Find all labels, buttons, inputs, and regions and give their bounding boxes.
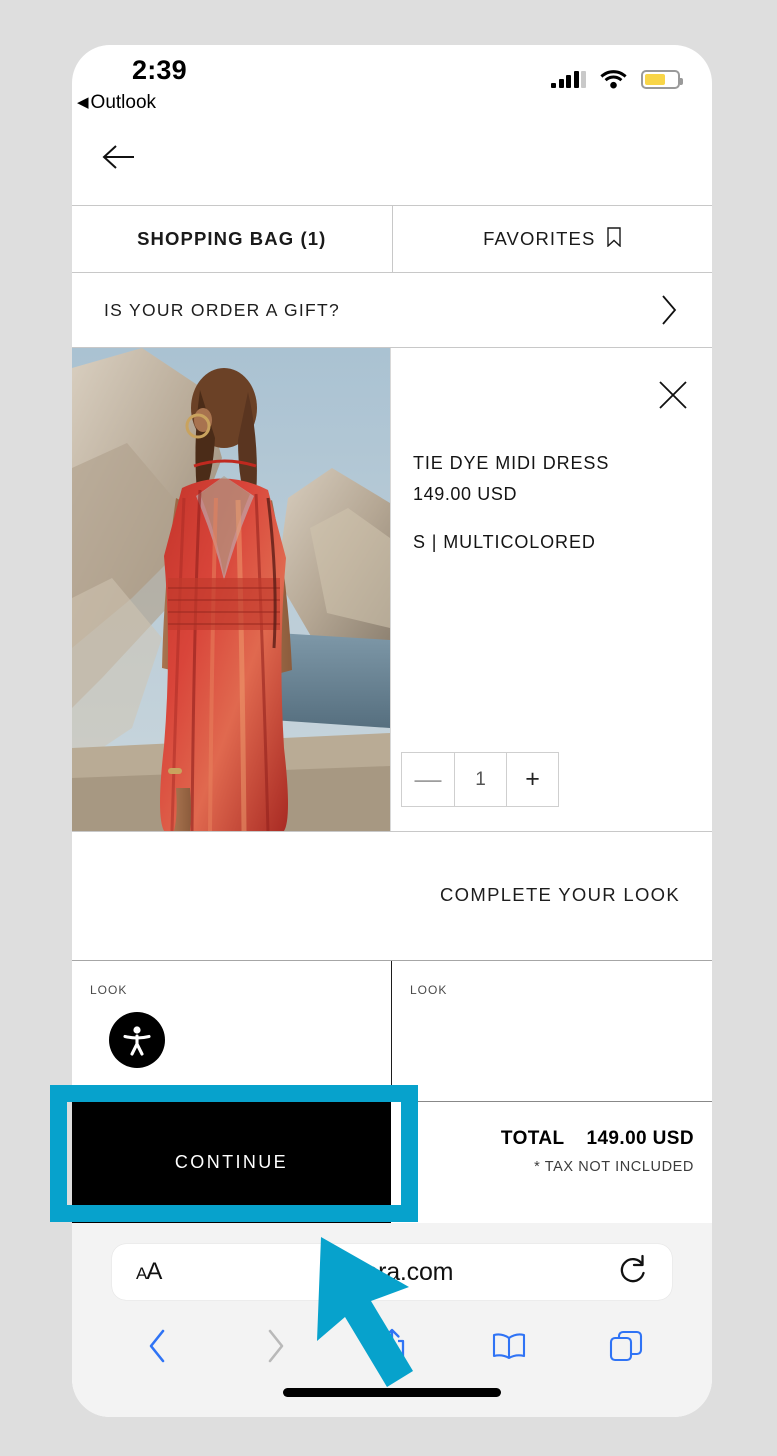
bag-item-details: TIE DYE MIDI DRESS 149.00 USD S | MULTIC… [390, 348, 712, 831]
tab-shopping-bag-label: SHOPPING BAG (1) [137, 228, 327, 249]
remove-item-button[interactable] [656, 378, 690, 412]
arrow-cursor [305, 1225, 495, 1405]
tax-note: * TAX NOT INCLUDED [534, 1159, 694, 1175]
close-x-icon [659, 381, 687, 409]
tab-shopping-bag[interactable]: SHOPPING BAG (1) [72, 206, 392, 272]
quantity-increment-button[interactable]: + [506, 753, 558, 806]
chevron-right-icon [268, 1329, 284, 1363]
phone-screen: 2:39 ◀ Outlook SHOPPING BAG (1) FAVORITE… [72, 45, 712, 1417]
bookmark-icon [607, 226, 622, 252]
back-triangle-icon: ◀ [77, 94, 89, 111]
arrow-left-icon [102, 145, 134, 169]
look-item-label: LOOK [410, 983, 448, 997]
tabs-button[interactable] [595, 1324, 657, 1368]
total-row: TOTAL 149.00 USD [501, 1128, 694, 1150]
total-label: TOTAL [500, 1128, 565, 1149]
product-variant: S | MULTICOLORED [413, 532, 596, 552]
quantity-decrement-button[interactable]: — [402, 753, 454, 806]
order-gift-row[interactable]: IS YOUR ORDER A GIFT? [72, 273, 712, 348]
chevron-left-icon [150, 1329, 165, 1363]
browser-forward-button[interactable] [244, 1324, 306, 1368]
look-item-label: LOOK [90, 983, 128, 997]
bag-favorites-tabs: SHOPPING BAG (1) FAVORITES [72, 205, 712, 273]
complete-your-look-items: LOOK LOOK [72, 961, 712, 1101]
product-name: TIE DYE MIDI DRESS [413, 453, 610, 473]
status-bar: 2:39 ◀ Outlook [72, 45, 712, 123]
checkout-bar: CONTINUE TOTAL 149.00 USD * TAX NOT INCLU… [72, 1101, 712, 1223]
tabs-icon [609, 1330, 642, 1362]
total-value: 149.00 USD [586, 1128, 694, 1149]
quantity-stepper: — 1 + [401, 752, 559, 807]
battery-icon [641, 69, 683, 89]
text-size-button[interactable]: AAAA [136, 1258, 162, 1286]
cellular-signal-icon [551, 70, 586, 88]
reload-icon [620, 1254, 645, 1282]
status-bar-time: 2:39 [132, 55, 187, 85]
complete-your-look-section: COMPLETE YOUR LOOK [72, 831, 712, 961]
accessibility-icon[interactable] [109, 1012, 165, 1068]
back-to-app-link[interactable]: ◀ Outlook [77, 92, 156, 114]
tab-favorites[interactable]: FAVORITES [391, 206, 713, 272]
complete-your-look-title: COMPLETE YOUR LOOK [440, 884, 680, 905]
tab-favorites-label: FAVORITES [483, 228, 596, 249]
order-gift-label: IS YOUR ORDER A GIFT? [104, 299, 341, 320]
status-bar-indicators [551, 69, 683, 89]
order-totals: TOTAL 149.00 USD * TAX NOT INCLUDED [391, 1102, 712, 1223]
page-back-button[interactable] [98, 135, 154, 179]
book-icon [492, 1333, 525, 1360]
wifi-icon [600, 70, 627, 89]
quantity-value[interactable]: 1 [454, 753, 506, 806]
look-item[interactable]: LOOK [391, 961, 710, 1101]
continue-button[interactable]: CONTINUE [72, 1102, 391, 1223]
product-image[interactable] [72, 348, 390, 831]
reload-button[interactable] [618, 1254, 648, 1291]
product-price: 149.00 USD [413, 484, 518, 504]
bag-item-row: TIE DYE MIDI DRESS 149.00 USD S | MULTIC… [72, 348, 712, 831]
look-item[interactable]: LOOK [72, 961, 391, 1101]
chevron-right-icon [662, 295, 677, 325]
screenshot-root: 2:39 ◀ Outlook SHOPPING BAG (1) FAVORITE… [0, 0, 777, 1456]
back-to-app-label: Outlook [90, 92, 157, 113]
browser-back-button[interactable] [127, 1324, 189, 1368]
